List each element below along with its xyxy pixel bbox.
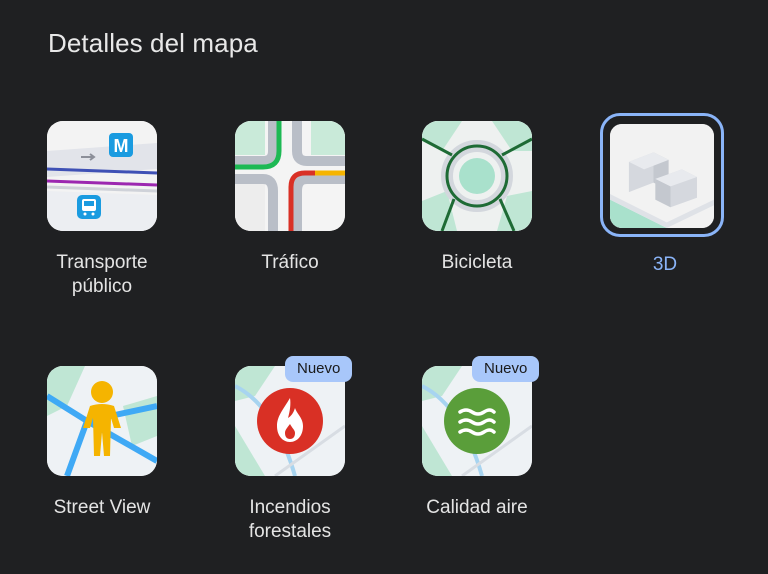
bicycle-icon <box>422 121 532 231</box>
air-quality-map-thumbnail <box>422 366 532 476</box>
pegman-icon <box>47 366 157 476</box>
traffic-icon <box>235 121 345 231</box>
metro-badge: M <box>114 136 129 156</box>
tile-label: Transporte público <box>56 252 148 297</box>
tile-label: Tráfico <box>261 252 319 273</box>
new-badge: Nuevo <box>285 356 353 382</box>
new-badge: Nuevo <box>472 356 540 382</box>
3d-buildings-icon <box>610 124 714 228</box>
tile-label: 3D <box>652 254 678 275</box>
tile-label: Bicicleta <box>441 252 513 273</box>
tile-label: Street View <box>53 497 151 518</box>
tile-label: Calidad aire <box>426 497 528 518</box>
fire-map-thumbnail <box>235 366 345 476</box>
tile-label: Incendios forestales <box>248 497 332 542</box>
page-title: Detalles del mapa <box>48 28 258 58</box>
transit-icon: M <box>47 121 157 231</box>
